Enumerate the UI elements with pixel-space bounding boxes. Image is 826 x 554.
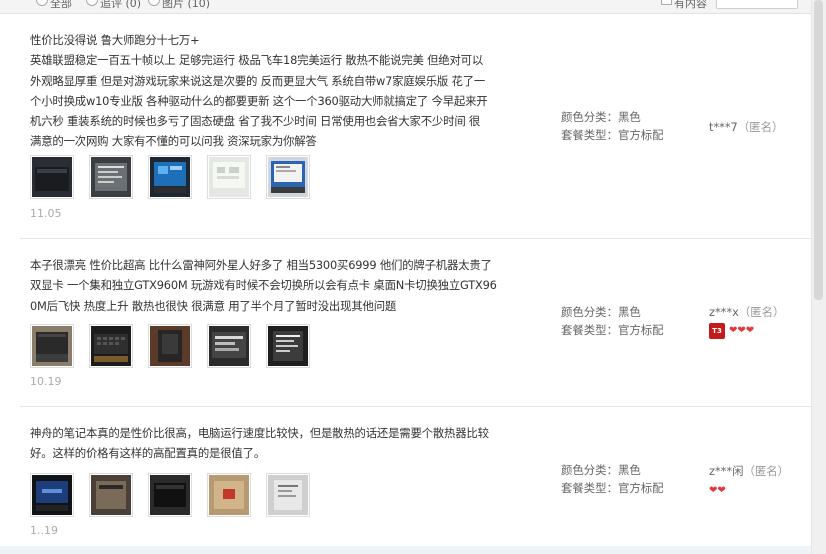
review-line: 神舟的笔记本真的是性价比很高，电脑运行速度比较快，但是散热的话还是需要个散热器比…	[30, 426, 489, 440]
review-item: 性价比没得说 鲁大师跑分十七万+ 英雄联盟稳定一百五十帧以上 足够完运行 极品飞…	[20, 14, 812, 239]
review-photo-thumbnail[interactable]	[30, 155, 74, 199]
scrollbar-thumb[interactable]	[814, 0, 823, 300]
review-photo-thumbnail[interactable]	[266, 473, 310, 517]
review-sku-info: 颜色分类：黑色 套餐类型：官方标配	[561, 303, 664, 339]
review-line: 双显卡 一个集和独立GTX960M 玩游戏有时候不会切换所以会有点卡 桌面N卡切…	[30, 278, 497, 293]
color-label: 颜色分类：	[561, 305, 618, 319]
review-photo-thumbnail[interactable]	[148, 155, 192, 199]
review-date: 1..19	[30, 524, 58, 537]
review-photo-thumbnail[interactable]	[266, 324, 310, 368]
review-photo-thumbnail[interactable]	[148, 324, 192, 368]
review-date: 10.19	[30, 375, 62, 388]
package-label: 套餐类型：	[561, 128, 618, 142]
review-line: 满意的一次网购 大家有不懂的可以问我 资深玩家为你解答	[30, 134, 317, 149]
review-line: 机六秒 重装系统的时候也多亏了固态硬盘 省了我不少时间 日常使用也会省大家不少时…	[30, 114, 481, 129]
review-photo-thumbnail[interactable]	[89, 324, 133, 368]
color-value: 黑色	[617, 305, 641, 319]
review-line: 0M后飞快 热度上升 散热也很快 很满意 用了半个月了暂时没出现其他问题	[30, 298, 397, 313]
review-photo-thumbnail[interactable]	[207, 324, 251, 368]
review-line: 性价比没得说 鲁大师跑分十七万+	[30, 33, 200, 47]
review-photo-thumbnail[interactable]	[30, 473, 74, 517]
review-item: 神舟的笔记本真的是性价比很高，电脑运行速度比较快，但是散热的话还是需要个散热器比…	[20, 407, 812, 546]
review-content: 本子很漂亮 性价比超高 比什么雷神阿外星人好多了 相当5300买6999 他们的…	[30, 255, 526, 316]
review-line: 外观略显厚重 但是对游戏玩家来说这是次要的 反而更显大气 系统自带w7家庭娱乐版…	[30, 73, 486, 88]
color-value: 黑色	[617, 463, 641, 477]
color-label: 颜色分类：	[561, 463, 618, 477]
anonymous-tag: （匿名）	[743, 464, 790, 478]
sort-select[interactable]	[716, 0, 798, 9]
review-photo-thumbnail[interactable]	[207, 155, 251, 199]
color-label: 颜色分类：	[561, 110, 618, 124]
review-sku-info: 颜色分类：黑色 套餐类型：官方标配	[561, 108, 664, 144]
review-photo-thumbnail[interactable]	[266, 155, 310, 199]
review-photos	[30, 155, 325, 199]
review-content: 性价比没得说 鲁大师跑分十七万+ 英雄联盟稳定一百五十帧以上 足够完运行 极品飞…	[30, 30, 526, 152]
reviewer-name: z***闲	[709, 464, 744, 478]
review-photo-thumbnail[interactable]	[148, 473, 192, 517]
package-value: 官方标配	[617, 128, 664, 142]
reviewer-name: z***x	[709, 305, 739, 319]
review-photo-thumbnail[interactable]	[89, 155, 133, 199]
reviewer: t***7（匿名）	[709, 119, 783, 135]
review-item: 本子很漂亮 性价比超高 比什么雷神阿外星人好多了 相当5300买6999 他们的…	[20, 239, 812, 407]
page-bottom-bar	[0, 546, 812, 554]
anonymous-tag: （匿名）	[737, 120, 784, 134]
package-value: 官方标配	[617, 481, 664, 495]
reviewer-badges: T3 ❤❤❤	[709, 323, 754, 339]
anonymous-tag: （匿名）	[738, 305, 785, 319]
color-value: 黑色	[617, 110, 641, 124]
package-value: 官方标配	[617, 323, 664, 337]
vertical-scrollbar[interactable]	[811, 0, 826, 554]
package-label: 套餐类型：	[561, 481, 618, 495]
review-date: 11.05	[30, 207, 62, 220]
filter-radio-all[interactable]	[36, 0, 48, 6]
filter-label-all[interactable]: 全部	[50, 0, 72, 11]
filter-bar: 全部 追评 (0) 图片 (10) 有内容	[0, 0, 812, 14]
review-content: 神舟的笔记本真的是性价比很高，电脑运行速度比较快，但是散热的话还是需要个散热器比…	[30, 423, 526, 464]
review-photo-thumbnail[interactable]	[207, 473, 251, 517]
filter-radio-images[interactable]	[148, 0, 160, 6]
has-content-checkbox[interactable]	[661, 0, 672, 5]
review-line: 本子很漂亮 性价比超高 比什么雷神阿外星人好多了 相当5300买6999 他们的…	[30, 258, 492, 272]
heart-icons: ❤❤❤	[729, 325, 755, 336]
review-line: 英雄联盟稳定一百五十帧以上 足够完运行 极品飞车18完美运行 散热不能说完美 但…	[30, 53, 484, 68]
package-label: 套餐类型：	[561, 323, 618, 337]
reviewer: z***x（匿名）	[709, 304, 784, 320]
filter-label-followup[interactable]: 追评 (0)	[100, 0, 141, 11]
reviewer: z***闲（匿名）	[709, 463, 789, 479]
filter-label-images[interactable]: 图片 (10)	[162, 0, 210, 11]
review-photo-thumbnail[interactable]	[89, 473, 133, 517]
review-line: 个小时换成w10专业版 各种驱动什么的都要更新 这个一个360驱动大师就搞定了 …	[30, 93, 488, 108]
review-photos	[30, 473, 325, 517]
has-content-label[interactable]: 有内容	[674, 0, 707, 11]
review-sku-info: 颜色分类：黑色 套餐类型：官方标配	[561, 461, 664, 497]
reviewer-name: t***7	[709, 120, 738, 134]
heart-icons: ❤❤	[709, 485, 726, 496]
user-level-badge: T3	[709, 323, 725, 339]
reviewer-badges: ❤❤	[709, 485, 726, 497]
review-photo-thumbnail[interactable]	[30, 324, 74, 368]
review-photos	[30, 324, 325, 368]
filter-radio-followup[interactable]	[86, 0, 98, 6]
review-line: 好。这样的价格有这样的高配置真的是很值了。	[30, 446, 266, 461]
